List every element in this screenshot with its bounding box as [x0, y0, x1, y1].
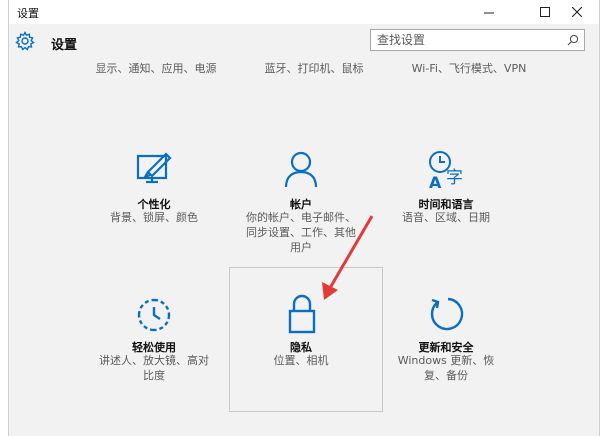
title-bar: 设置 — [9, 0, 599, 24]
system-tile-desc[interactable]: 显示、通知、应用、电源 — [86, 61, 226, 76]
page-title: 设置 — [51, 38, 78, 53]
search-icon[interactable] — [567, 34, 579, 46]
search-input[interactable] — [371, 30, 567, 50]
account-icon — [284, 151, 318, 188]
settings-window: 设置 设置 显示、通知、应用、电源 蓝牙、打印机、鼠标 Wi- — [8, 0, 600, 436]
minimize-button[interactable] — [467, 0, 511, 24]
tile-ease-of-access-desc: 讲述人、放大镜、高对比度 — [99, 354, 209, 382]
network-tile-desc[interactable]: Wi-Fi、飞行模式、VPN — [379, 61, 559, 76]
personalization-icon — [136, 152, 172, 184]
tile-time-language-desc: 语音、区域、日期 — [402, 211, 490, 224]
close-icon — [572, 7, 582, 17]
background-window-edge — [0, 0, 8, 436]
tile-update-security-desc: Windows 更新、恢复、备份 — [397, 354, 495, 382]
window-title: 设置 — [17, 7, 39, 20]
gear-icon — [15, 31, 35, 51]
tile-privacy-desc: 位置、相机 — [273, 354, 329, 367]
close-button[interactable] — [555, 0, 599, 24]
update-icon — [430, 297, 464, 331]
time-language-icon: A 字 — [429, 151, 463, 190]
maximize-icon — [540, 7, 550, 17]
search-box[interactable] — [370, 29, 585, 51]
devices-tile-desc[interactable]: 蓝牙、打印机、鼠标 — [234, 61, 394, 76]
lock-icon — [288, 294, 316, 334]
settings-header: 设置 — [9, 24, 599, 58]
tile-accounts-desc: 你的帐户、电子邮件、同步设置、工作、其他用户 — [246, 211, 356, 254]
tile-personalization-desc: 背景、锁屏、颜色 — [110, 211, 198, 224]
svg-text:字: 字 — [446, 168, 463, 188]
svg-text:A: A — [429, 173, 442, 190]
minimize-icon — [484, 12, 494, 14]
ease-of-access-icon — [137, 298, 171, 332]
